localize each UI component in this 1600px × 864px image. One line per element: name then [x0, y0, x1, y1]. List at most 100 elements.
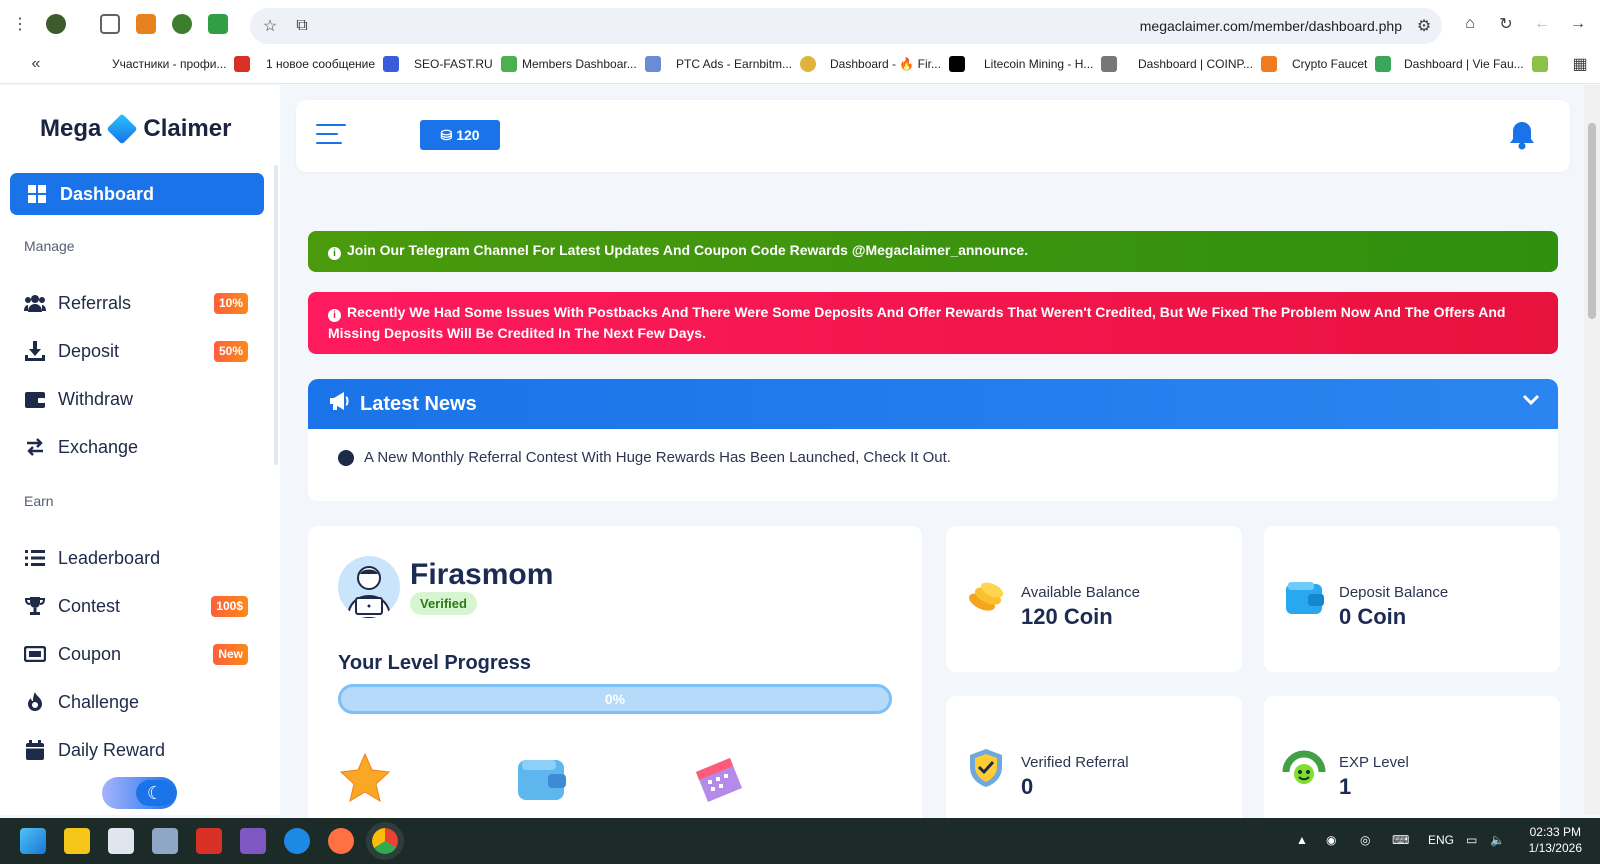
app-red-icon[interactable] — [196, 828, 222, 854]
bookmark-item[interactable]: Members Dashboar... — [522, 56, 661, 72]
site-logo[interactable]: Mega Claimer — [40, 113, 231, 145]
sidebar-item-challenge[interactable]: Challenge — [24, 687, 248, 717]
extensions-icon[interactable] — [100, 14, 120, 34]
notification-bell-icon[interactable] — [1508, 120, 1536, 150]
profile-card: Firasmom Verified Your Level Progress 0% — [308, 526, 922, 826]
notepad-icon[interactable] — [108, 828, 134, 854]
coupon-badge: New — [213, 644, 248, 665]
tray-app2-icon[interactable]: ◎ — [1360, 833, 1370, 847]
sidebar-item-exchange[interactable]: Exchange — [24, 432, 248, 462]
latest-news-header[interactable]: Latest News — [308, 379, 1558, 429]
news-title: Latest News — [360, 392, 477, 415]
bookmark-item[interactable]: Участники - профи... — [112, 56, 251, 72]
latest-news-panel: Latest News A New Monthly Referral Conte… — [308, 379, 1558, 501]
deposit-balance-value: 0 Coin — [1339, 604, 1407, 629]
sidebar-scrollbar[interactable] — [274, 165, 278, 465]
edge-browser-icon[interactable] — [284, 828, 310, 854]
verified-badge: Verified — [410, 592, 477, 615]
coins-icon: ⛁ — [440, 126, 453, 143]
bookmark-favicon-icon — [644, 56, 661, 72]
megaphone-icon — [328, 391, 350, 417]
bookmark-star-icon[interactable]: ☆ — [258, 14, 282, 38]
chevron-down-icon[interactable] — [1522, 393, 1540, 411]
omnibox[interactable]: ☆ ⧉ megaclaimer.com/member/dashboard.php… — [250, 8, 1442, 44]
url-text[interactable]: megaclaimer.com/member/dashboard.php — [1140, 18, 1402, 34]
all-bookmarks-icon[interactable]: ▦ — [1568, 52, 1592, 76]
system-clock[interactable]: 02:33 PM 1/13/2026 — [1529, 824, 1582, 856]
sidebar-item-dashboard[interactable]: Dashboard — [10, 173, 264, 215]
firefox-icon[interactable] — [328, 828, 354, 854]
file-explorer-icon[interactable] — [64, 828, 90, 854]
ticket-icon — [24, 643, 46, 665]
tray-up-icon[interactable]: ▲ — [1296, 833, 1308, 847]
bookmark-favicon-icon — [500, 56, 517, 72]
sidebar-item-referrals[interactable]: Referrals 10% — [24, 288, 248, 318]
back-icon[interactable]: ← — [1530, 12, 1554, 36]
level-progress-bar: 0% — [338, 684, 892, 714]
page-scrollbar[interactable] — [1584, 85, 1600, 815]
telegram-alert: i Join Our Telegram Channel For Latest Up… — [308, 231, 1558, 272]
app-window-icon[interactable] — [152, 828, 178, 854]
dark-mode-toggle[interactable]: ☾ — [102, 777, 177, 809]
home-icon[interactable]: ⌂ — [1458, 12, 1482, 36]
star-icon — [338, 752, 392, 811]
sidebar-item-contest[interactable]: Contest 100$ — [24, 591, 248, 621]
fire-icon — [24, 691, 46, 713]
news-list-item[interactable]: A New Monthly Referral Contest With Huge… — [338, 449, 951, 466]
tray-app-icon[interactable]: ◉ — [1326, 833, 1336, 847]
site-settings-icon[interactable]: ⚙ — [1412, 14, 1436, 38]
section-label-manage: Manage — [24, 238, 75, 254]
language-indicator[interactable]: ENG — [1428, 833, 1454, 847]
bookmarks-bar: « Участники - профи... 1 новое сообщение… — [0, 46, 1600, 84]
diamond-logo-icon — [106, 113, 138, 145]
sidebar-item-deposit[interactable]: Deposit 50% — [24, 336, 248, 366]
sidebar-item-leaderboard[interactable]: Leaderboard — [24, 543, 248, 573]
available-balance-card: Available Balance 120 Coin — [946, 526, 1242, 672]
sidebar-item-withdraw[interactable]: Withdraw — [24, 384, 248, 414]
metamask-icon[interactable] — [136, 14, 156, 34]
menu-toggle-icon[interactable] — [316, 124, 346, 146]
top-header: ⛁ 120 — [296, 100, 1570, 172]
deposit-balance-card: Deposit Balance 0 Coin — [1264, 526, 1560, 672]
chrome-icon[interactable] — [366, 822, 404, 860]
username: Firasmom — [410, 558, 554, 591]
page-scrollbar-thumb[interactable] — [1588, 123, 1596, 319]
sidebar-item-coupon[interactable]: Coupon New — [24, 639, 248, 669]
sidebar-item-daily-reward[interactable]: Daily Reward — [24, 735, 248, 765]
bookmark-favicon-icon — [1531, 56, 1548, 72]
bookmark-item[interactable]: Crypto Faucet — [1292, 56, 1392, 72]
contest-badge: 100$ — [211, 596, 248, 617]
bookmark-favicon-icon — [948, 56, 965, 72]
extension-globe-icon[interactable] — [172, 14, 192, 34]
bookmark-item[interactable]: SEO-FAST.RU — [414, 56, 517, 72]
forward-icon[interactable]: → — [1566, 12, 1590, 36]
avatar — [338, 556, 400, 618]
bookmark-item[interactable]: 1 новое сообщение — [266, 56, 400, 72]
extension-h-icon[interactable] — [208, 14, 228, 34]
collapse-sidebar-icon[interactable]: « — [24, 52, 48, 76]
windows-taskbar: ▲ ◉ ◎ ⌨ ENG ▭ 🔈 02:33 PM 1/13/2026 — [0, 818, 1600, 864]
trophy-icon — [24, 595, 46, 617]
keyboard-icon[interactable]: ⌨ — [1392, 833, 1409, 847]
profile-avatar-icon[interactable] — [46, 14, 66, 34]
bookmark-item[interactable]: Dashboard | Vie Fau... — [1404, 56, 1548, 72]
site-translate-icon[interactable]: ⧉ — [290, 14, 314, 38]
browser-menu-icon[interactable]: ⋮ — [8, 12, 32, 36]
network-icon[interactable]: ▭ — [1466, 833, 1477, 847]
calendar-icon — [24, 739, 46, 761]
bookmark-favicon-icon — [800, 56, 817, 72]
bookmark-item[interactable]: Dashboard - 🔥 Fir... — [830, 56, 965, 72]
bookmark-favicon-icon — [234, 56, 251, 72]
volume-icon[interactable]: 🔈 — [1490, 833, 1505, 847]
app-purple-icon[interactable] — [240, 828, 266, 854]
deposit-badge: 50% — [213, 341, 248, 362]
exp-level-value: 1 — [1339, 774, 1352, 799]
bullet-icon — [338, 449, 354, 466]
windows-start-icon[interactable] — [20, 828, 46, 854]
bookmark-item[interactable]: Dashboard | COINP... — [1138, 56, 1277, 72]
coin-balance-button[interactable]: ⛁ 120 — [420, 120, 500, 150]
bookmark-item[interactable]: PTC Ads - Earnbitm... — [676, 56, 817, 72]
reload-icon[interactable]: ↻ — [1494, 12, 1518, 36]
postbacks-alert: i Recently We Had Some Issues With Postba… — [308, 292, 1558, 354]
bookmark-item[interactable]: Litecoin Mining - H... — [984, 56, 1118, 72]
